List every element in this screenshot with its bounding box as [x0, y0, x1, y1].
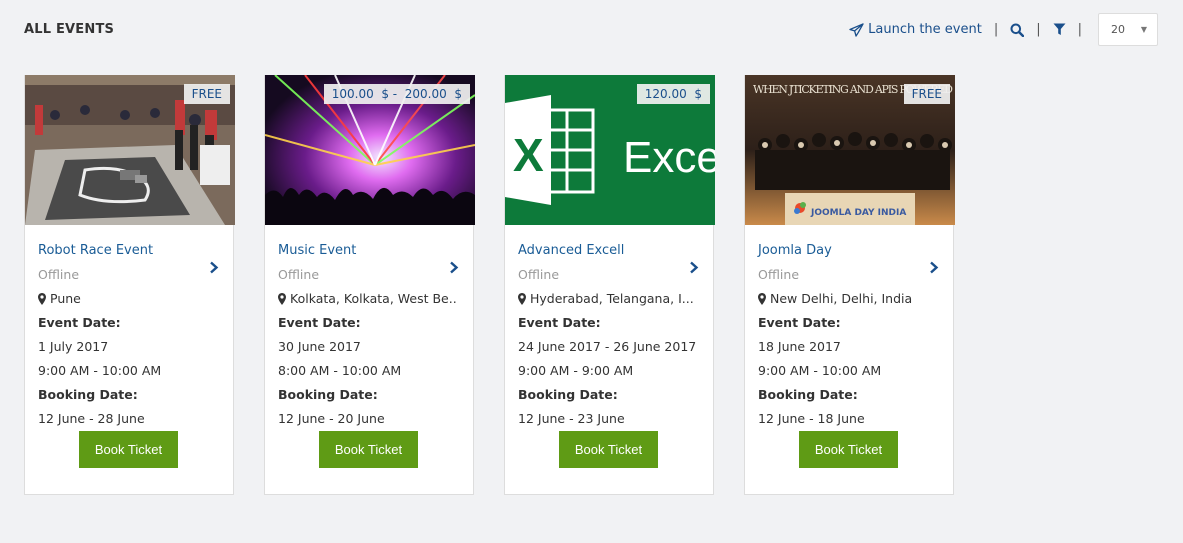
event-list: FREE Robot Race Event Offline Pune Event… — [24, 75, 955, 495]
book-ticket-button[interactable]: Book Ticket — [79, 431, 178, 468]
event-date-label: Event Date: — [758, 315, 841, 330]
per-page-value: 20 — [1111, 23, 1125, 36]
booking-date-label: Booking Date: — [278, 387, 378, 402]
caret-down-icon: ▼ — [1140, 25, 1147, 34]
event-location-text: Pune — [50, 291, 81, 306]
event-location-text: New Delhi, Delhi, India — [770, 291, 913, 306]
event-time: 9:00 AM - 10:00 AM — [758, 363, 882, 378]
joomla-image-logo: JOOMLA DAY INDIA — [810, 208, 906, 218]
booking-date: 12 June - 20 June — [278, 411, 385, 426]
event-time: 9:00 AM - 10:00 AM — [38, 363, 162, 378]
event-title-link[interactable]: Robot Race Event — [38, 239, 220, 263]
map-marker-icon — [758, 293, 766, 305]
event-title-link[interactable]: Music Event — [278, 239, 460, 263]
event-card: X Exce 120.00 $ Advanced Excell Offline … — [504, 75, 715, 495]
event-card: 100.00 $ - 200.00 $ Music Event Offline … — [264, 75, 475, 495]
filter-button[interactable] — [1053, 23, 1066, 36]
search-button[interactable] — [1010, 23, 1025, 37]
chevron-right-icon[interactable] — [449, 261, 459, 274]
event-date: 18 June 2017 — [758, 339, 841, 354]
toolbar-separator: | — [1077, 22, 1082, 37]
event-mode: Offline — [758, 267, 800, 282]
chevron-right-icon[interactable] — [689, 261, 699, 274]
event-image[interactable]: 100.00 $ - 200.00 $ — [265, 75, 475, 225]
launch-event-link[interactable]: Launch the event — [849, 22, 982, 37]
event-location: Hyderabad, Telangana, I... — [518, 287, 700, 311]
event-mode: Offline — [518, 267, 560, 282]
event-title-link[interactable]: Joomla Day — [758, 239, 940, 263]
filter-icon — [1053, 23, 1066, 35]
book-ticket-button[interactable]: Book Ticket — [799, 431, 898, 468]
event-mode: Offline — [38, 267, 80, 282]
book-ticket-button[interactable]: Book Ticket — [319, 431, 418, 468]
search-icon — [1010, 23, 1025, 37]
event-location-text: Hyderabad, Telangana, I... — [530, 291, 694, 306]
map-marker-icon — [518, 293, 526, 305]
launch-event-label: Launch the event — [868, 22, 982, 37]
map-marker-icon — [278, 293, 286, 305]
event-date-label: Event Date: — [38, 315, 121, 330]
price-badge: FREE — [183, 84, 230, 104]
toolbar-separator: | — [1036, 22, 1041, 37]
toolbar: Launch the event | | | 20 ▼ — [849, 12, 1158, 47]
book-ticket-button[interactable]: Book Ticket — [559, 431, 658, 468]
per-page-select[interactable]: 20 ▼ — [1098, 13, 1158, 46]
event-location: Kolkata, Kolkata, West Be.. — [278, 287, 460, 311]
event-card: WHEN JTICKETING AND APIS POWERED JOOMLA … — [744, 75, 955, 495]
price-badge: 120.00 $ — [636, 84, 710, 104]
page-title: ALL EVENTS — [24, 22, 115, 37]
toolbar-separator: | — [993, 22, 999, 37]
event-image[interactable]: X Exce 120.00 $ — [505, 75, 715, 225]
event-mode: Offline — [278, 267, 320, 282]
chevron-right-icon[interactable] — [209, 261, 219, 274]
event-title-link[interactable]: Advanced Excell — [518, 239, 700, 263]
event-time: 9:00 AM - 9:00 AM — [518, 363, 634, 378]
booking-date: 12 June - 18 June — [758, 411, 865, 426]
paper-plane-icon — [849, 22, 864, 37]
event-image[interactable]: WHEN JTICKETING AND APIS POWERED JOOMLA … — [745, 75, 955, 225]
event-card: FREE Robot Race Event Offline Pune Event… — [24, 75, 235, 495]
event-date: 1 July 2017 — [38, 339, 109, 354]
booking-date: 12 June - 23 June — [518, 411, 625, 426]
booking-date-label: Booking Date: — [518, 387, 618, 402]
event-location: New Delhi, Delhi, India — [758, 287, 940, 311]
chevron-right-icon[interactable] — [929, 261, 939, 274]
event-date-label: Event Date: — [278, 315, 361, 330]
event-time: 8:00 AM - 10:00 AM — [278, 363, 402, 378]
price-badge: 100.00 $ - 200.00 $ — [323, 84, 470, 104]
booking-date-label: Booking Date: — [38, 387, 138, 402]
event-image[interactable]: FREE — [25, 75, 235, 225]
booking-date-label: Booking Date: — [758, 387, 858, 402]
map-marker-icon — [38, 293, 46, 305]
event-date: 30 June 2017 — [278, 339, 361, 354]
event-date: 24 June 2017 - 26 June 2017 — [518, 339, 697, 354]
svg-text:X: X — [513, 129, 544, 181]
event-location-text: Kolkata, Kolkata, West Be.. — [290, 291, 457, 306]
price-badge: FREE — [903, 84, 950, 104]
booking-date: 12 June - 28 June — [38, 411, 145, 426]
excel-image-text: Exce — [623, 133, 715, 182]
event-location: Pune — [38, 287, 220, 311]
event-date-label: Event Date: — [518, 315, 601, 330]
